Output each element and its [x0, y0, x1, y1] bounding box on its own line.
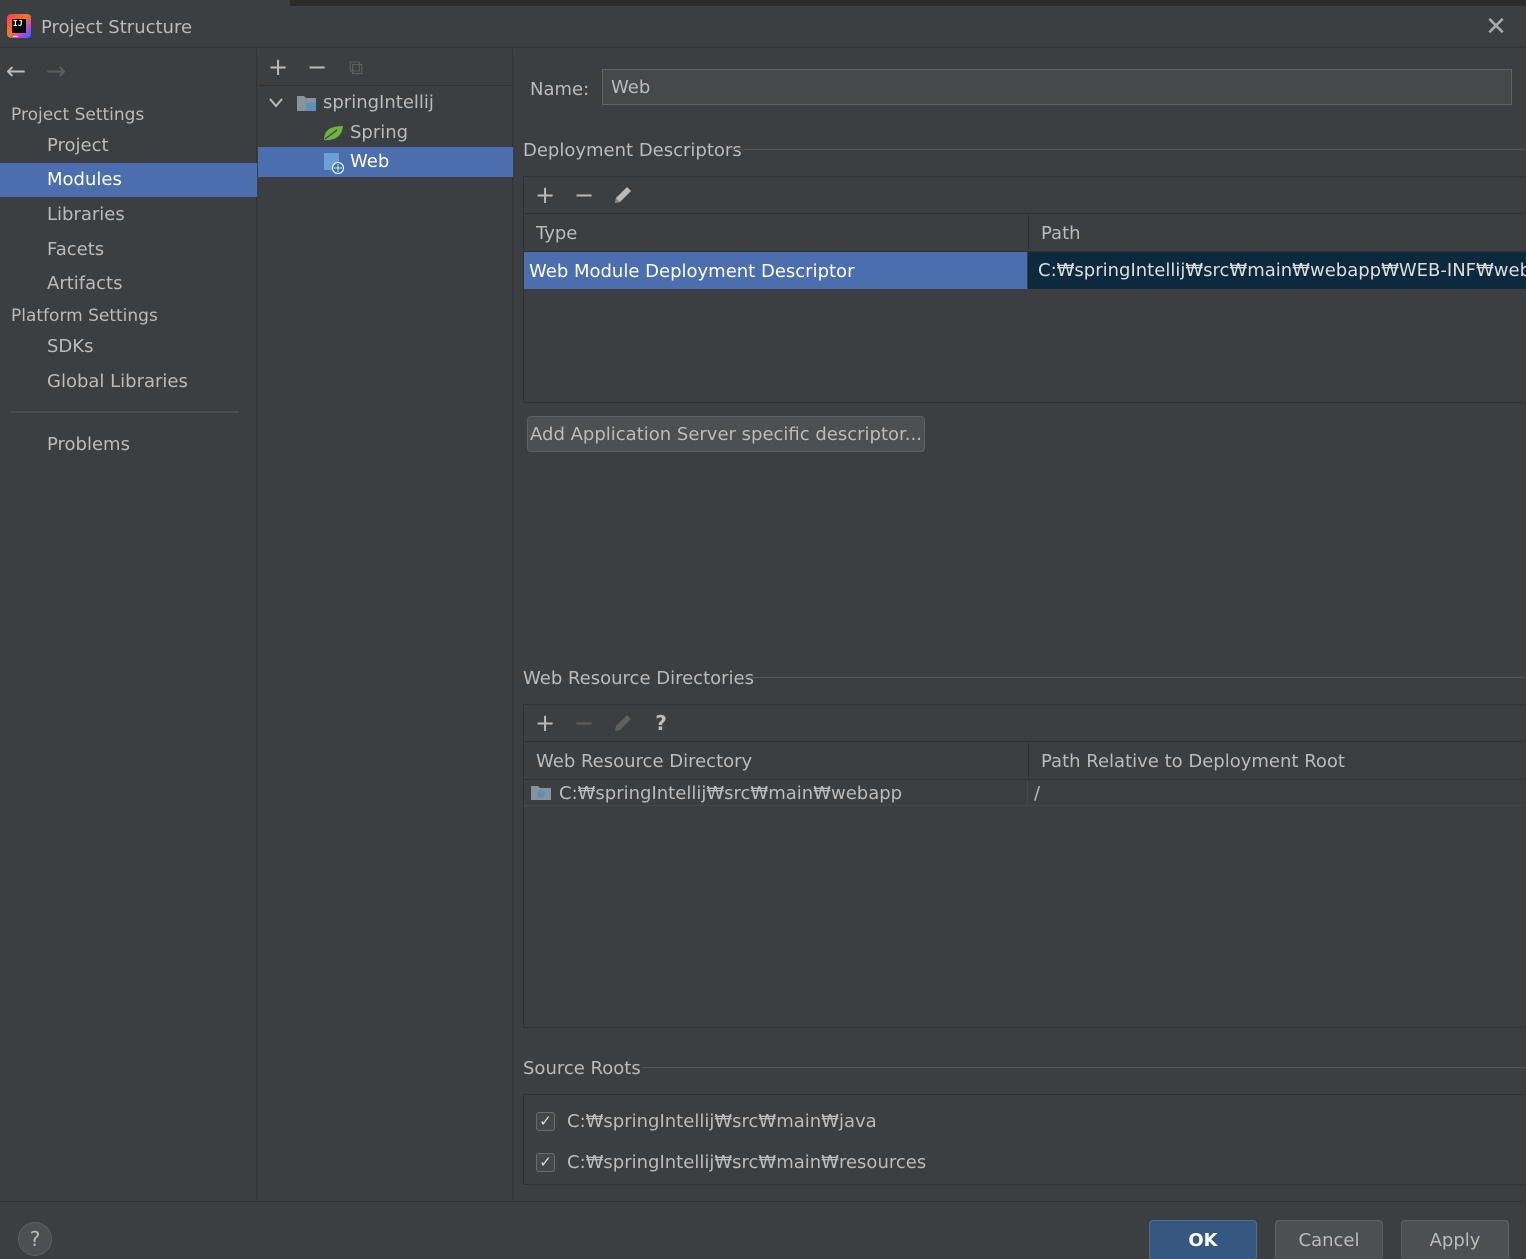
- sidebar-item-libraries[interactable]: Libraries: [0, 198, 257, 232]
- deployment-toolbar: + −: [524, 177, 1526, 213]
- web-resources-toolbar: + − ?: [524, 705, 1526, 741]
- window-title: Project Structure: [41, 17, 193, 38]
- help-icon[interactable]: ?: [648, 710, 674, 736]
- sidebar-item-sdks[interactable]: SDKs: [0, 330, 257, 364]
- descriptor-type-cell[interactable]: Web Module Deployment Descriptor: [524, 252, 1027, 289]
- title-bar: IJ _ Project Structure ✕: [0, 0, 1526, 48]
- web-resource-directory-cell[interactable]: C:₩springIntellij₩src₩main₩webapp: [559, 780, 1027, 805]
- tree-toolbar: + − ⧉: [258, 49, 513, 86]
- web-resource-directories-table: + − ? Web Resource Directory Path Relati…: [523, 704, 1526, 1028]
- intellij-logo-icon: IJ _: [7, 14, 31, 38]
- settings-sidebar: ← → Project Settings Project Modules Lib…: [0, 49, 257, 1201]
- back-arrow-icon[interactable]: ←: [6, 59, 26, 83]
- web-module-icon: [324, 153, 345, 174]
- web-resources-table-header: Web Resource Directory Path Relative to …: [524, 741, 1526, 780]
- add-server-descriptor-button[interactable]: Add Application Server specific descript…: [527, 416, 925, 452]
- help-button[interactable]: ?: [18, 1222, 52, 1256]
- remove-icon[interactable]: −: [571, 182, 597, 208]
- column-header-web-resource-directory[interactable]: Web Resource Directory: [524, 742, 1028, 780]
- relative-path-cell[interactable]: /: [1027, 780, 1526, 805]
- section-divider: [642, 1067, 1526, 1068]
- remove-icon[interactable]: −: [304, 54, 330, 80]
- edit-pencil-icon: [615, 715, 631, 731]
- source-root-checkbox[interactable]: ✓: [536, 1153, 555, 1172]
- section-divider: [743, 677, 1526, 678]
- sidebar-item-problems[interactable]: Problems: [0, 428, 257, 462]
- tree-item-springintellij[interactable]: springIntellij: [258, 88, 513, 118]
- sidebar-item-global-libraries[interactable]: Global Libraries: [0, 365, 257, 399]
- add-icon[interactable]: +: [265, 54, 291, 80]
- name-field[interactable]: [602, 69, 1512, 105]
- forward-arrow-icon: →: [46, 57, 67, 85]
- source-root-path: C:₩springIntellij₩src₩main₩java: [567, 1111, 877, 1132]
- add-icon[interactable]: +: [532, 710, 558, 736]
- tree-item-web[interactable]: Web: [258, 147, 513, 177]
- tree-item-label: Web: [350, 151, 390, 172]
- ok-button[interactable]: OK: [1149, 1220, 1257, 1259]
- column-header-relative-path[interactable]: Path Relative to Deployment Root: [1028, 742, 1526, 780]
- source-roots-list: ✓ C:₩springIntellij₩src₩main₩java ✓ C:₩s…: [523, 1094, 1526, 1185]
- tree-item-label: springIntellij: [323, 92, 434, 113]
- source-root-checkbox[interactable]: ✓: [536, 1112, 555, 1131]
- spring-leaf-icon: [324, 126, 343, 141]
- web-resource-directories-heading: Web Resource Directories: [523, 668, 754, 689]
- source-root-path: C:₩springIntellij₩src₩main₩resources: [567, 1152, 927, 1173]
- section-divider: [730, 149, 1526, 150]
- deployment-table-header: Type Path: [524, 213, 1526, 252]
- sidebar-item-project[interactable]: Project: [0, 129, 257, 163]
- tree-item-spring[interactable]: Spring: [258, 118, 513, 148]
- table-row[interactable]: Web Module Deployment Descriptor C:₩spri…: [524, 252, 1526, 289]
- edit-pencil-icon[interactable]: [612, 184, 634, 206]
- column-header-type[interactable]: Type: [524, 214, 1028, 252]
- module-tree-panel: + − ⧉ springIntellij Spring Web: [258, 49, 513, 1201]
- sidebar-item-artifacts[interactable]: Artifacts: [0, 267, 257, 301]
- sidebar-divider: [11, 411, 239, 413]
- name-label: Name:: [530, 79, 590, 100]
- column-header-path[interactable]: Path: [1028, 214, 1526, 252]
- cancel-button[interactable]: Cancel: [1275, 1220, 1383, 1259]
- copy-icon[interactable]: ⧉: [343, 54, 369, 80]
- web-folder-icon: [531, 786, 551, 800]
- apply-button[interactable]: Apply: [1401, 1220, 1509, 1259]
- facet-settings-panel: Name: Deployment Descriptors + − Type Pa…: [514, 49, 1526, 1201]
- deployment-descriptors-heading: Deployment Descriptors: [523, 140, 742, 161]
- platform-settings-heading: Platform Settings: [11, 306, 158, 326]
- chevron-down-icon[interactable]: [269, 98, 283, 108]
- close-icon[interactable]: ✕: [1482, 14, 1510, 42]
- tree-item-label: Spring: [350, 122, 409, 143]
- sidebar-item-facets[interactable]: Facets: [0, 233, 257, 267]
- remove-icon: −: [573, 709, 595, 737]
- add-icon[interactable]: +: [532, 182, 558, 208]
- module-folder-icon: [297, 96, 316, 111]
- background-editor-strip: [290, 0, 1526, 6]
- sidebar-item-modules[interactable]: Modules: [0, 163, 257, 197]
- dialog-button-bar: ? OK Cancel Apply: [0, 1201, 1526, 1259]
- descriptor-path-cell[interactable]: C:₩springIntellij₩src₩main₩webapp₩WEB-IN…: [1027, 252, 1526, 289]
- project-settings-heading: Project Settings: [11, 105, 145, 125]
- source-roots-heading: Source Roots: [523, 1058, 641, 1079]
- table-row[interactable]: C:₩springIntellij₩src₩main₩webapp /: [524, 780, 1526, 806]
- deployment-descriptors-table: + − Type Path Web Module Deployment Desc…: [523, 176, 1526, 403]
